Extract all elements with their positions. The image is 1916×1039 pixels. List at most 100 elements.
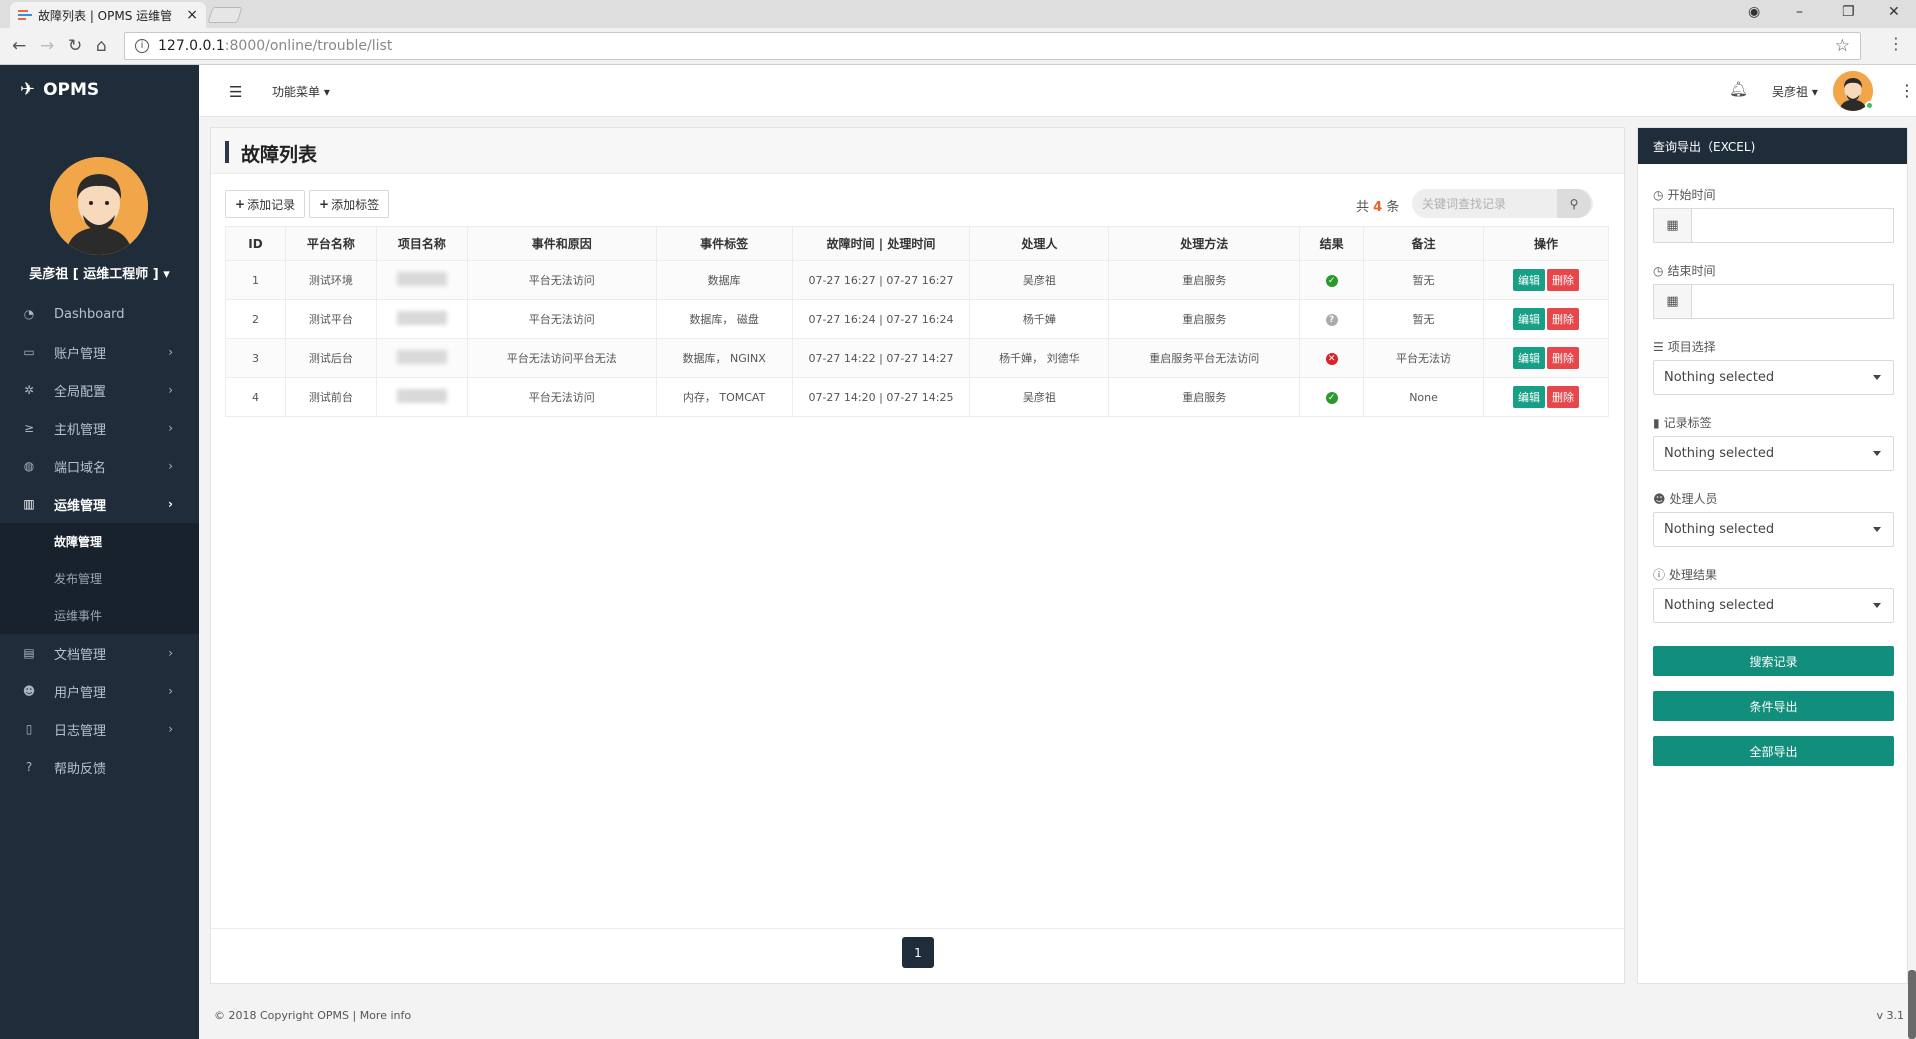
minimize-icon[interactable]: – — [1796, 4, 1803, 20]
delete-button[interactable]: 删除 — [1547, 308, 1579, 330]
col-handler[interactable]: 处理人 — [969, 226, 1110, 261]
sidebar-subitem-events[interactable]: 运维事件 — [0, 597, 199, 634]
sidebar-subitem-release[interactable]: 发布管理 — [0, 560, 199, 597]
add-record-button[interactable]: + 添加记录 — [225, 190, 306, 218]
add-tag-button[interactable]: + 添加标签 — [309, 190, 390, 218]
start-time-input[interactable]: ▦ — [1653, 208, 1894, 243]
sidebar-item-hosts[interactable]: ≥ 主机管理 › — [0, 409, 199, 447]
delete-button[interactable]: 删除 — [1547, 347, 1579, 369]
col-platform[interactable]: 平台名称 — [284, 226, 377, 261]
edit-button[interactable]: 编辑 — [1513, 347, 1545, 369]
handler-select[interactable]: Nothing selected — [1653, 512, 1894, 547]
cell-method: 重启服务 — [1108, 377, 1301, 417]
caret-down-icon — [1873, 603, 1881, 608]
user-role-dropdown[interactable]: 吴彦祖 [ 运维工程师 ] ▾ — [0, 263, 199, 282]
col-cause[interactable]: 事件和原因 — [466, 226, 657, 261]
result-select[interactable]: Nothing selected — [1653, 588, 1894, 623]
pager-divider — [211, 928, 1624, 929]
terminal-icon: ≥ — [23, 421, 35, 435]
sidebar-item-label: 帮助反馈 — [54, 761, 107, 777]
edit-button[interactable]: 编辑 — [1513, 386, 1545, 408]
tab-close-icon[interactable]: × — [186, 7, 198, 23]
cell-cause-link[interactable]: 平台无法访问平台无法 — [466, 338, 657, 378]
sidebar-item-ops[interactable]: ▥ 运维管理 › — [0, 485, 199, 523]
sidebar-item-label: 全局配置 — [54, 384, 107, 400]
sidebar-item-users[interactable]: ☻ 用户管理 › — [0, 672, 199, 710]
clock-icon: ◷ — [1653, 264, 1664, 278]
export-all-button[interactable]: 全部导出 — [1653, 736, 1894, 766]
function-menu-dropdown[interactable]: 功能菜单 ▾ — [272, 83, 330, 100]
sidebar-item-logs[interactable]: ▯ 日志管理 › — [0, 710, 199, 748]
user-avatar[interactable] — [50, 157, 148, 255]
col-result[interactable]: 结果 — [1299, 226, 1365, 261]
cell-method: 重启服务 — [1108, 260, 1301, 300]
brand-logo[interactable]: ✈ OPMS — [20, 79, 99, 100]
info-icon[interactable]: i — [135, 39, 149, 53]
col-method[interactable]: 处理方法 — [1108, 226, 1301, 261]
sidebar-item-accounts[interactable]: ▭ 账户管理 › — [0, 333, 199, 371]
scrollbar-thumb[interactable] — [1908, 970, 1916, 1039]
page-1-button[interactable]: 1 — [902, 937, 934, 968]
col-note[interactable]: 备注 — [1363, 226, 1484, 261]
conditional-export-button[interactable]: 条件导出 — [1653, 691, 1894, 721]
cell-cause-link[interactable]: 平台无法访问 — [466, 377, 657, 417]
start-time-label: ◷ 开始时间 — [1653, 188, 1716, 202]
sidebar-item-domains[interactable]: ◍ 端口域名 › — [0, 447, 199, 485]
delete-button[interactable]: 删除 — [1547, 386, 1579, 408]
sidebar-item-dashboard[interactable]: ◔ Dashboard — [0, 295, 199, 333]
edit-button[interactable]: 编辑 — [1513, 269, 1545, 291]
sidebar-subitem-trouble[interactable]: 故障管理 — [0, 523, 199, 560]
cell-project — [375, 338, 468, 378]
record-tag-label: ▮ 记录标签 — [1653, 416, 1712, 430]
cell-platform: 测试平台 — [284, 299, 377, 339]
edit-button[interactable]: 编辑 — [1513, 308, 1545, 330]
bar-chart-icon: ▥ — [23, 497, 35, 511]
col-time[interactable]: 故障时间 | 处理时间 — [791, 226, 971, 261]
sidebar-item-label: 账户管理 — [54, 346, 107, 362]
col-tags[interactable]: 事件标签 — [655, 226, 793, 261]
footer: © 2018 Copyright OPMS | More info v 3.1 — [199, 994, 1916, 1039]
home-icon[interactable]: ⌂ — [96, 36, 107, 56]
sidebar-item-docs[interactable]: ▤ 文档管理 › — [0, 634, 199, 672]
url-input[interactable]: i 127.0.0.1:8000/online/trouble/list ☆ — [124, 32, 1861, 60]
menu-toggle-icon[interactable]: ☰ — [229, 83, 242, 101]
reload-icon[interactable]: ↻ — [68, 36, 82, 56]
cell-note: None — [1363, 377, 1484, 417]
more-vertical-icon[interactable]: ⋮ — [1899, 81, 1915, 100]
cell-project — [375, 377, 468, 417]
top-user-dropdown[interactable]: 吴彦祖 ▾ — [1772, 83, 1818, 100]
bookmark-star-icon[interactable]: ☆ — [1835, 36, 1850, 56]
search-records-button[interactable]: 搜索记录 — [1653, 646, 1894, 676]
col-id[interactable]: ID — [225, 226, 286, 261]
search-input[interactable] — [1412, 190, 1557, 217]
dashboard-icon: ◔ — [23, 307, 35, 321]
table-row: 1 测试环境 平台无法访问 数据库 07-27 16:27 | 07-27 16… — [225, 260, 1609, 300]
search-icon[interactable]: ⚲ — [1557, 189, 1591, 218]
sidebar-item-label: 主机管理 — [54, 422, 107, 438]
forward-icon[interactable]: → — [40, 36, 54, 56]
window-close-icon[interactable]: ✕ — [1888, 4, 1900, 20]
project-select[interactable]: Nothing selected — [1653, 360, 1894, 395]
delete-button[interactable]: 删除 — [1547, 269, 1579, 291]
end-time-input[interactable]: ▦ — [1653, 284, 1894, 319]
profile-icon[interactable]: ◉ — [1748, 4, 1760, 20]
tag-select[interactable]: Nothing selected — [1653, 436, 1894, 471]
cell-cause-link[interactable]: 平台无法访问 — [466, 299, 657, 339]
col-project[interactable]: 项目名称 — [375, 226, 468, 261]
browser-menu-icon[interactable]: ⋮ — [1888, 34, 1904, 53]
brand-name: OPMS — [43, 79, 100, 100]
cell-actions: 编辑 删除 — [1483, 299, 1609, 339]
redacted-project — [396, 388, 447, 403]
sidebar-item-config[interactable]: ✲ 全局配置 › — [0, 371, 199, 409]
back-icon[interactable]: ← — [12, 36, 26, 56]
restore-icon[interactable]: ❐ — [1842, 4, 1855, 20]
calendar-icon[interactable]: ▦ — [1654, 209, 1692, 242]
cell-handler: 吴彦祖 — [969, 377, 1110, 417]
bell-icon[interactable]: 🔔︎ — [1729, 80, 1748, 98]
sidebar-item-help[interactable]: ? 帮助反馈 — [0, 748, 199, 786]
calendar-icon[interactable]: ▦ — [1654, 285, 1692, 318]
new-tab-button[interactable] — [207, 7, 243, 23]
browser-tab[interactable]: 故障列表 | OPMS 运维管 × — [10, 2, 206, 28]
cell-cause-link[interactable]: 平台无法访问 — [466, 260, 657, 300]
cell-tags: 数据库， 磁盘 — [655, 299, 793, 339]
